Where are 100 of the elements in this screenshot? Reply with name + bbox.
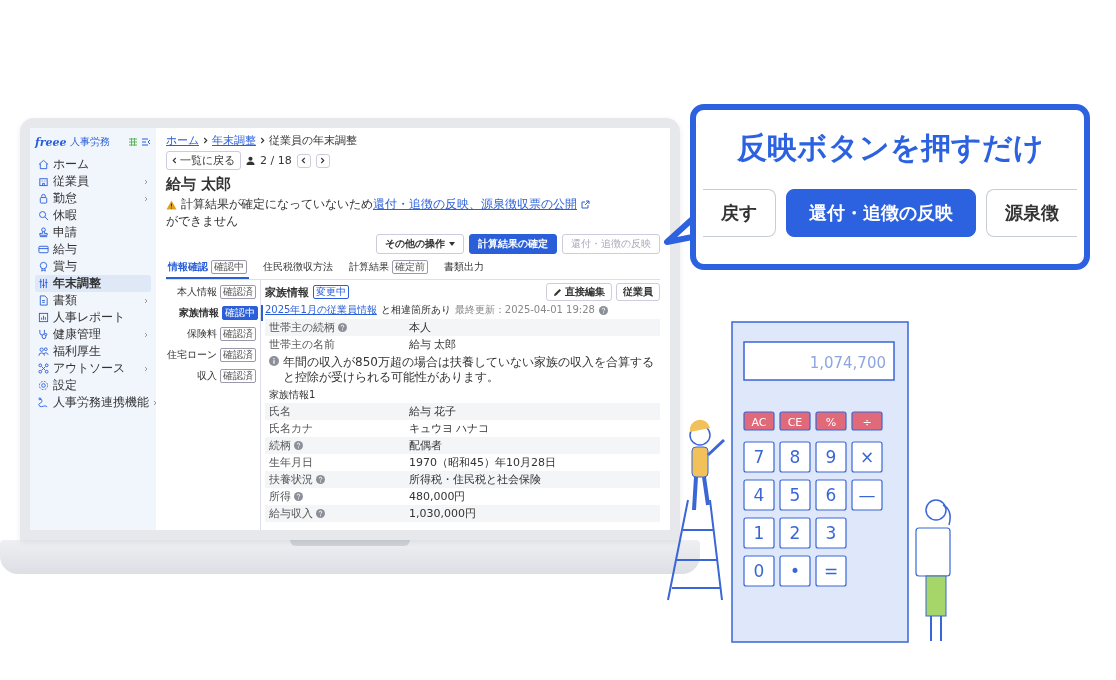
sidebar-label: 休暇 (53, 207, 77, 224)
field-label: 世帯主の名前 (269, 337, 335, 352)
sidebar-item[interactable]: 勤怠 (35, 190, 151, 207)
field-value: 1,030,000円 (409, 506, 476, 521)
employee-position: 2 / 18 (260, 154, 292, 167)
calculator-key: 9 (815, 441, 847, 473)
section-button[interactable]: 従業員 (616, 283, 660, 301)
calculator-display: 1,074,700 (809, 354, 886, 372)
breadcrumb-link[interactable]: ホーム (166, 132, 199, 148)
status-badge: 確認済 (220, 369, 256, 383)
lock-icon (38, 193, 49, 204)
sidebar-item[interactable]: アウトソース (35, 360, 151, 377)
help-icon[interactable] (316, 509, 325, 518)
field-value: 1970（昭和45）年10月28日 (409, 455, 556, 470)
help-icon[interactable] (294, 492, 303, 501)
sidebar-label: 人事レポート (53, 309, 125, 326)
reflect-button[interactable]: 還付・追徴の反映 (786, 189, 976, 237)
warning-icon (166, 199, 177, 210)
sidebar-label: 設定 (53, 377, 77, 394)
reflect-button[interactable]: 源泉徴 (986, 189, 1077, 237)
logo[interactable]: freee (35, 135, 67, 149)
section-nav-item[interactable]: 保険料 確認済 (187, 326, 256, 342)
help-icon[interactable] (294, 441, 303, 450)
breadcrumb-link[interactable]: 年末調整 (212, 132, 256, 148)
section-nav-item[interactable]: 本人情報 確認済 (177, 284, 256, 300)
sidebar-label: 勤怠 (53, 190, 77, 207)
sidebar-item[interactable]: 給与 (35, 241, 151, 258)
chevron-left-icon (301, 157, 307, 164)
previous-button[interactable] (296, 153, 311, 168)
calculator-key: 2 (779, 517, 811, 549)
section-button[interactable]: 直接編集 (546, 283, 612, 301)
sidebar-label: アウトソース (53, 360, 125, 377)
people-icon (38, 346, 49, 357)
sidebar-label: 人事労務連携機能 (53, 394, 149, 411)
chevron-right-icon (260, 136, 265, 144)
sidebar-label: 賞与 (53, 258, 77, 275)
chart-icon (38, 312, 49, 323)
collapse-icon[interactable] (141, 137, 151, 147)
calculator-key: % (815, 411, 847, 431)
status-badge: 確認済 (220, 327, 256, 341)
chevron-right-icon (320, 157, 326, 164)
help-icon[interactable] (316, 475, 325, 484)
sidebar-item[interactable]: 福利厚生 (35, 343, 151, 360)
section-nav-item[interactable]: 住宅ローン 確認済 (167, 347, 256, 363)
calculator-key: 1 (743, 517, 775, 549)
sidebar-label: 従業員 (53, 173, 89, 190)
sidebar-item[interactable]: 従業員 (35, 173, 151, 190)
breadcrumb-current: 従業員の年末調整 (269, 132, 357, 148)
sidebar-item[interactable]: 健康管理 (35, 326, 151, 343)
action-button[interactable]: その他の操作 (376, 234, 464, 254)
tab[interactable]: 住民税徴収方法 (261, 257, 335, 279)
chevron-left-icon (172, 157, 177, 164)
section-nav-item[interactable]: 収入 確認済 (197, 368, 256, 384)
house-icon (38, 159, 49, 170)
reflect-button[interactable]: 戻す (703, 189, 776, 237)
status-badge: 確認済 (220, 348, 256, 362)
field-value: 給与 花子 (409, 404, 457, 419)
calculator-key: AC (743, 411, 775, 431)
sidebar-item[interactable]: 書類 (35, 292, 151, 309)
card-icon (38, 244, 49, 255)
next-button[interactable] (315, 153, 330, 168)
info-text: 年間の収入が850万超の場合は扶養していない家族の収入を合算すると控除が受けられる可能性があります。 (283, 355, 655, 385)
sidebar-label: ホーム (53, 156, 89, 173)
action-button[interactable]: 計算結果の確定 (469, 234, 557, 254)
calculator-key: CE (779, 411, 811, 431)
calculator-key: 8 (779, 441, 811, 473)
tab[interactable]: 書類出力 (442, 257, 486, 279)
field-label: 氏名カナ (269, 421, 313, 436)
stamp-icon (38, 227, 49, 238)
sidebar-item[interactable]: 年末調整 (35, 275, 151, 292)
section-nav-item[interactable]: 家族情報 確認中 (179, 305, 263, 321)
field-label: 世帯主の続柄 (269, 320, 335, 335)
sidebar-item[interactable]: 設定 (35, 377, 151, 394)
sidebar-item[interactable]: ホーム (35, 156, 151, 173)
employee-info-link[interactable]: 2025年1月の従業員情報 (265, 303, 377, 317)
field-value: 給与 太郎 (409, 337, 457, 352)
sidebar-label: 福利厚生 (53, 343, 101, 360)
sidebar-item[interactable]: 賞与 (35, 258, 151, 275)
grid-icon[interactable] (128, 137, 138, 147)
sidebar-item[interactable]: 休暇 (35, 207, 151, 224)
status-badge: 確認済 (220, 285, 256, 299)
medal-icon (38, 261, 49, 272)
field-label: 生年月日 (269, 455, 313, 470)
product-name: 人事労務 (69, 135, 110, 149)
warning-link[interactable]: 還付・追徴の反映、源泉徴収票の公開 (373, 197, 577, 211)
sidebar-label: 健康管理 (53, 326, 101, 343)
sidebar-item[interactable]: 人事労務連携機能 (35, 394, 151, 411)
tab[interactable]: 計算結果 確定前 (347, 257, 430, 279)
help-icon[interactable] (338, 323, 347, 332)
sidebar-item[interactable]: 申請 (35, 224, 151, 241)
tab[interactable]: 情報確認 確認中 (166, 257, 249, 279)
back-to-list-button[interactable]: 一覧に戻る (166, 151, 241, 170)
sidebar-label: 年末調整 (53, 275, 101, 292)
sidebar-item[interactable]: 人事レポート (35, 309, 151, 326)
external-link-icon[interactable] (581, 200, 590, 209)
calculator-key: — (851, 479, 883, 511)
field-value: キュウヨ ハナコ (409, 421, 490, 436)
status-badge: 確認中 (222, 306, 258, 320)
help-icon[interactable] (598, 305, 608, 315)
building-icon (38, 176, 49, 187)
